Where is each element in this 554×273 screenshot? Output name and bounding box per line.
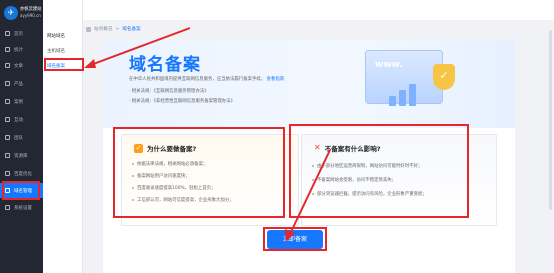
annotation-arrows (84, 27, 331, 242)
